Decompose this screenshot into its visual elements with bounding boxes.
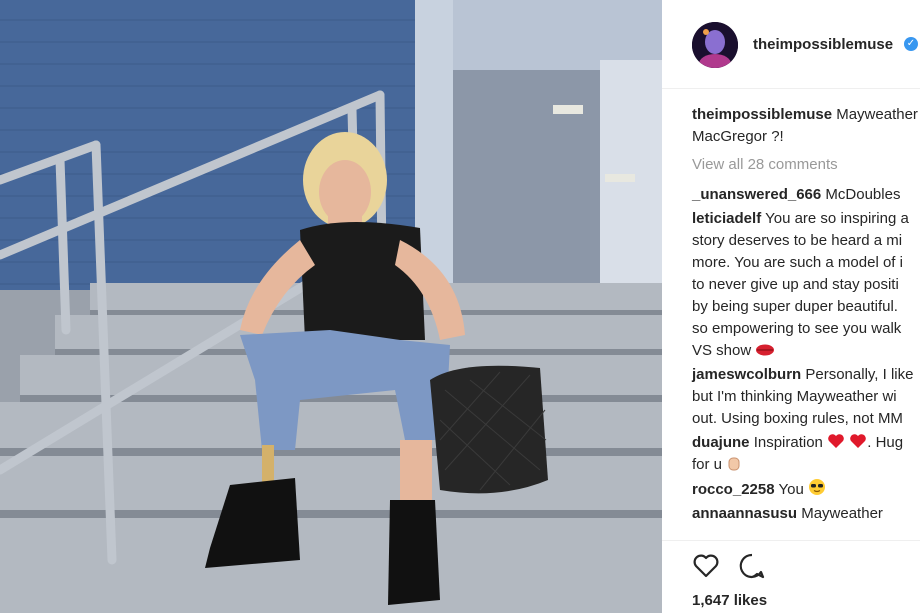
comment-item: annaannasusu Mayweather [692,503,920,525]
comments-list: theimpossiblemuse Mayweather MacGregor ?… [692,104,920,527]
post-sidebar: theimpossiblemuse ✓ theimpossiblemuse Ma… [662,0,920,613]
post-actions: 1,647 likes [662,540,920,613]
comment-text: by being super duper beautiful. [692,298,898,315]
comment-text: You [778,481,804,498]
photo-illustration [0,0,662,613]
comment-text: Mayweather [801,505,883,522]
sunglasses-emoji-icon [808,479,825,495]
comment-username[interactable]: jameswcolburn [692,366,801,383]
comment-bubble-icon[interactable] [738,553,766,584]
post-header: theimpossiblemuse ✓ [662,0,920,89]
comment-item: duajune Inspiration . Hug for u [692,432,920,476]
comment-text: VS show [692,342,752,359]
verified-badge-icon: ✓ [904,37,918,51]
comment-username[interactable]: duajune [692,434,750,451]
comment-text: You are so inspiring a [765,210,909,227]
comment-text: but I'm thinking Mayweather wi [692,388,897,405]
avatar[interactable] [692,22,738,68]
comment-text: Personally, I like [805,366,914,383]
post-username[interactable]: theimpossiblemuse [753,36,893,53]
comment-username[interactable]: _unanswered_666 [692,186,821,203]
comment-username[interactable]: rocco_2258 [692,481,775,498]
comment-item: _unanswered_666 McDoubles [692,184,920,206]
caption-text-line1: Mayweather [836,106,918,123]
comment-text: McDoubles [825,186,901,203]
comment-text: . Hug [867,434,904,451]
comment-text: out. Using boxing rules, not MM [692,410,903,427]
comment-text: for u [692,456,723,473]
comment-text: so empowering to see you walk [692,320,902,337]
red-heart-emoji-icon [828,434,844,448]
comment-text: to never give up and stay positi [692,276,899,293]
comment-username[interactable]: leticiadelf [692,210,761,227]
red-heart-emoji-icon [850,434,867,448]
comment-username[interactable]: annaannasusu [692,505,797,522]
comment-item: leticiadelf You are so inspiring a story… [692,208,920,362]
caption-username[interactable]: theimpossiblemuse [692,106,832,123]
comment-item: rocco_2258 You [692,478,920,501]
view-all-comments-link[interactable]: View all 28 comments [692,154,920,176]
lips-emoji-icon [756,344,775,356]
comment-text: story deserves to be heard a mi [692,232,903,249]
comment-text: more. You are such a model of i [692,254,903,271]
comment-item: jameswcolburn Personally, I like but I'm… [692,364,920,430]
hug-hand-emoji-icon [728,457,740,471]
comment-text: Inspiration [753,434,823,451]
caption-text-line2: MacGregor ?! [692,128,784,145]
likes-count[interactable]: 1,647 likes [692,592,767,609]
caption: theimpossiblemuse Mayweather MacGregor ?… [692,104,920,148]
post-photo[interactable] [0,0,662,613]
avatar-image [692,22,738,68]
heart-icon[interactable] [692,553,720,584]
